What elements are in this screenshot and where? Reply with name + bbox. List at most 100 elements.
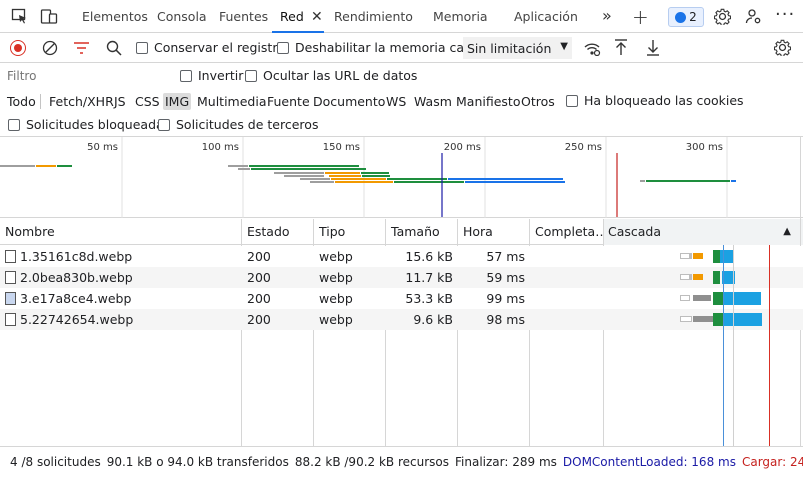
disable-cache-checkbox[interactable] <box>277 42 289 54</box>
import-har-icon[interactable] <box>614 39 628 56</box>
col-time-header[interactable]: Hora <box>458 219 530 245</box>
request-name: 3.e17a8ce4.webp <box>20 291 132 306</box>
col-status-header[interactable]: Estado <box>242 219 314 245</box>
table-row[interactable]: 3.e17a8ce4.webp 200 webp 53.3 kB 99 ms <box>0 288 803 309</box>
type-filter-css[interactable]: CSS <box>133 93 162 110</box>
overview-tick-label: 100 ms <box>202 142 239 153</box>
col-type-header[interactable]: Tipo <box>314 219 386 245</box>
waterfall-segment <box>689 274 692 280</box>
request-name-cell[interactable]: 1.35161c8d.webp <box>0 246 242 267</box>
invert-label: Invertir <box>198 68 244 83</box>
request-status: 200 <box>247 291 271 306</box>
clear-icon[interactable] <box>42 40 58 56</box>
type-filter-todo[interactable]: Todo <box>5 93 38 110</box>
tab-consola[interactable]: Consola <box>157 0 207 33</box>
type-filter-documento[interactable]: Documento <box>311 93 387 110</box>
tab-fuentes[interactable]: Fuentes <box>219 0 268 33</box>
sort-ascending-icon: ▲ <box>783 226 791 237</box>
issues-button[interactable]: 2 <box>668 7 704 27</box>
record-stop-icon[interactable] <box>10 40 26 56</box>
request-name-cell[interactable]: 3.e17a8ce4.webp <box>0 288 242 309</box>
status-dcl: DOMContentLoaded: 168 ms <box>562 455 736 469</box>
request-completed <box>530 309 603 330</box>
status-finish: Finalizar: 289 ms <box>455 455 557 469</box>
more-options-icon[interactable]: ··· <box>775 4 795 25</box>
add-tab-icon[interactable]: + <box>632 5 649 29</box>
devtools-tab-bar: Elementos Consola Fuentes Red Rendimiento Mem… <box>0 0 803 33</box>
image-file-icon <box>5 292 16 305</box>
col-size-header[interactable]: Tamaño <box>386 219 458 245</box>
request-type: webp <box>319 249 353 264</box>
network-conditions-icon[interactable] <box>583 40 601 56</box>
search-icon[interactable] <box>106 40 122 56</box>
request-type: webp <box>319 291 353 306</box>
blocked-requests-checkbox[interactable] <box>8 119 20 131</box>
third-party-checkbox[interactable] <box>158 119 170 131</box>
hide-data-urls-checkbox[interactable] <box>245 70 257 82</box>
type-filter-manifiesto[interactable]: Manifiesto <box>454 93 522 110</box>
filter-input[interactable] <box>2 66 166 86</box>
filter-icon[interactable] <box>74 42 89 54</box>
export-har-icon[interactable] <box>646 39 660 56</box>
type-filter-otros[interactable]: Otros <box>519 93 557 110</box>
table-row[interactable]: 5.22742654.webp 200 webp 9.6 kB 98 ms <box>0 309 803 330</box>
preserve-log-checkbox[interactable] <box>136 42 148 54</box>
request-table-header: Nombre Estado Tipo Tamaño Hora Completa…… <box>0 219 803 245</box>
waterfall-segment <box>693 295 711 301</box>
type-divider <box>40 94 41 109</box>
status-transferred: 90.1 kB o 94.0 kB transferidos <box>106 455 289 469</box>
col-name-header[interactable]: Nombre <box>0 219 242 245</box>
request-time: 98 ms <box>486 312 525 327</box>
request-status: 200 <box>247 249 271 264</box>
waterfall-grid-line <box>733 245 734 446</box>
type-filter-multimedia[interactable]: Multimedia <box>195 93 269 110</box>
overview-tick-label: 150 ms <box>323 142 360 153</box>
device-emulation-icon[interactable] <box>40 8 58 25</box>
invert-checkbox[interactable] <box>180 70 192 82</box>
table-row[interactable]: 1.35161c8d.webp 200 webp 15.6 kB 57 ms <box>0 246 803 267</box>
network-overview[interactable]: 50 ms 100 ms 150 ms 200 ms 250 ms 300 ms <box>0 137 803 218</box>
type-filter-img[interactable]: IMG <box>163 93 192 110</box>
waterfall-load-line <box>769 245 770 446</box>
type-filter-js[interactable]: JS <box>112 93 128 110</box>
request-type: webp <box>319 312 353 327</box>
type-filter-ws[interactable]: WS <box>384 93 408 110</box>
status-requests: 4 /8 solicitudes <box>10 455 101 469</box>
status-bar: 4 /8 solicitudes 90.1 kB o 94.0 kB trans… <box>0 446 803 477</box>
customize-icon[interactable] <box>745 8 762 25</box>
type-filter-fuente[interactable]: Fuente <box>265 93 312 110</box>
type-filter-wasm[interactable]: Wasm <box>412 93 454 110</box>
waterfall-segment <box>680 295 690 301</box>
col-waterfall-header[interactable]: Cascada ▲ <box>603 219 803 245</box>
request-size: 15.6 kB <box>405 249 453 264</box>
request-name-cell[interactable]: 2.0bea830b.webp <box>0 267 242 288</box>
settings-icon[interactable] <box>714 8 731 25</box>
request-time: 99 ms <box>486 291 525 306</box>
tab-aplicación[interactable]: Aplicación <box>514 0 578 33</box>
tab-rendimiento[interactable]: Rendimiento <box>334 0 413 33</box>
request-completed <box>530 288 603 309</box>
tab-elementos[interactable]: Elementos <box>82 0 148 33</box>
overview-tick-label: 250 ms <box>565 142 602 153</box>
waterfall-segment <box>724 313 762 326</box>
network-settings-icon[interactable] <box>774 39 791 56</box>
third-party-label: Solicitudes de terceros <box>176 117 319 132</box>
throttling-select[interactable]: Sin limitación ▼ <box>463 37 572 59</box>
image-file-icon <box>5 271 16 284</box>
type-filter-fetch-xhr[interactable]: Fetch/XHR <box>47 93 116 110</box>
overview-bars <box>0 165 736 183</box>
tab-memoria[interactable]: Memoria <box>433 0 488 33</box>
more-tabs-icon[interactable]: » <box>602 6 612 25</box>
waterfall-segment <box>713 292 723 305</box>
close-tab-icon[interactable]: ✕ <box>311 9 323 25</box>
issues-count: 2 <box>689 10 697 24</box>
overview-tick-label: 300 ms <box>686 142 723 153</box>
issues-icon <box>675 11 687 23</box>
request-name-cell[interactable]: 5.22742654.webp <box>0 309 242 330</box>
table-row[interactable]: 2.0bea830b.webp 200 webp 11.7 kB 59 ms <box>0 267 803 288</box>
col-completed-header[interactable]: Completa… <box>530 219 603 245</box>
inspect-element-icon[interactable] <box>11 8 28 25</box>
disable-cache-label: Deshabilitar la memoria caché <box>295 40 487 55</box>
blocked-cookies-checkbox[interactable] <box>566 95 578 107</box>
request-completed <box>530 246 603 267</box>
